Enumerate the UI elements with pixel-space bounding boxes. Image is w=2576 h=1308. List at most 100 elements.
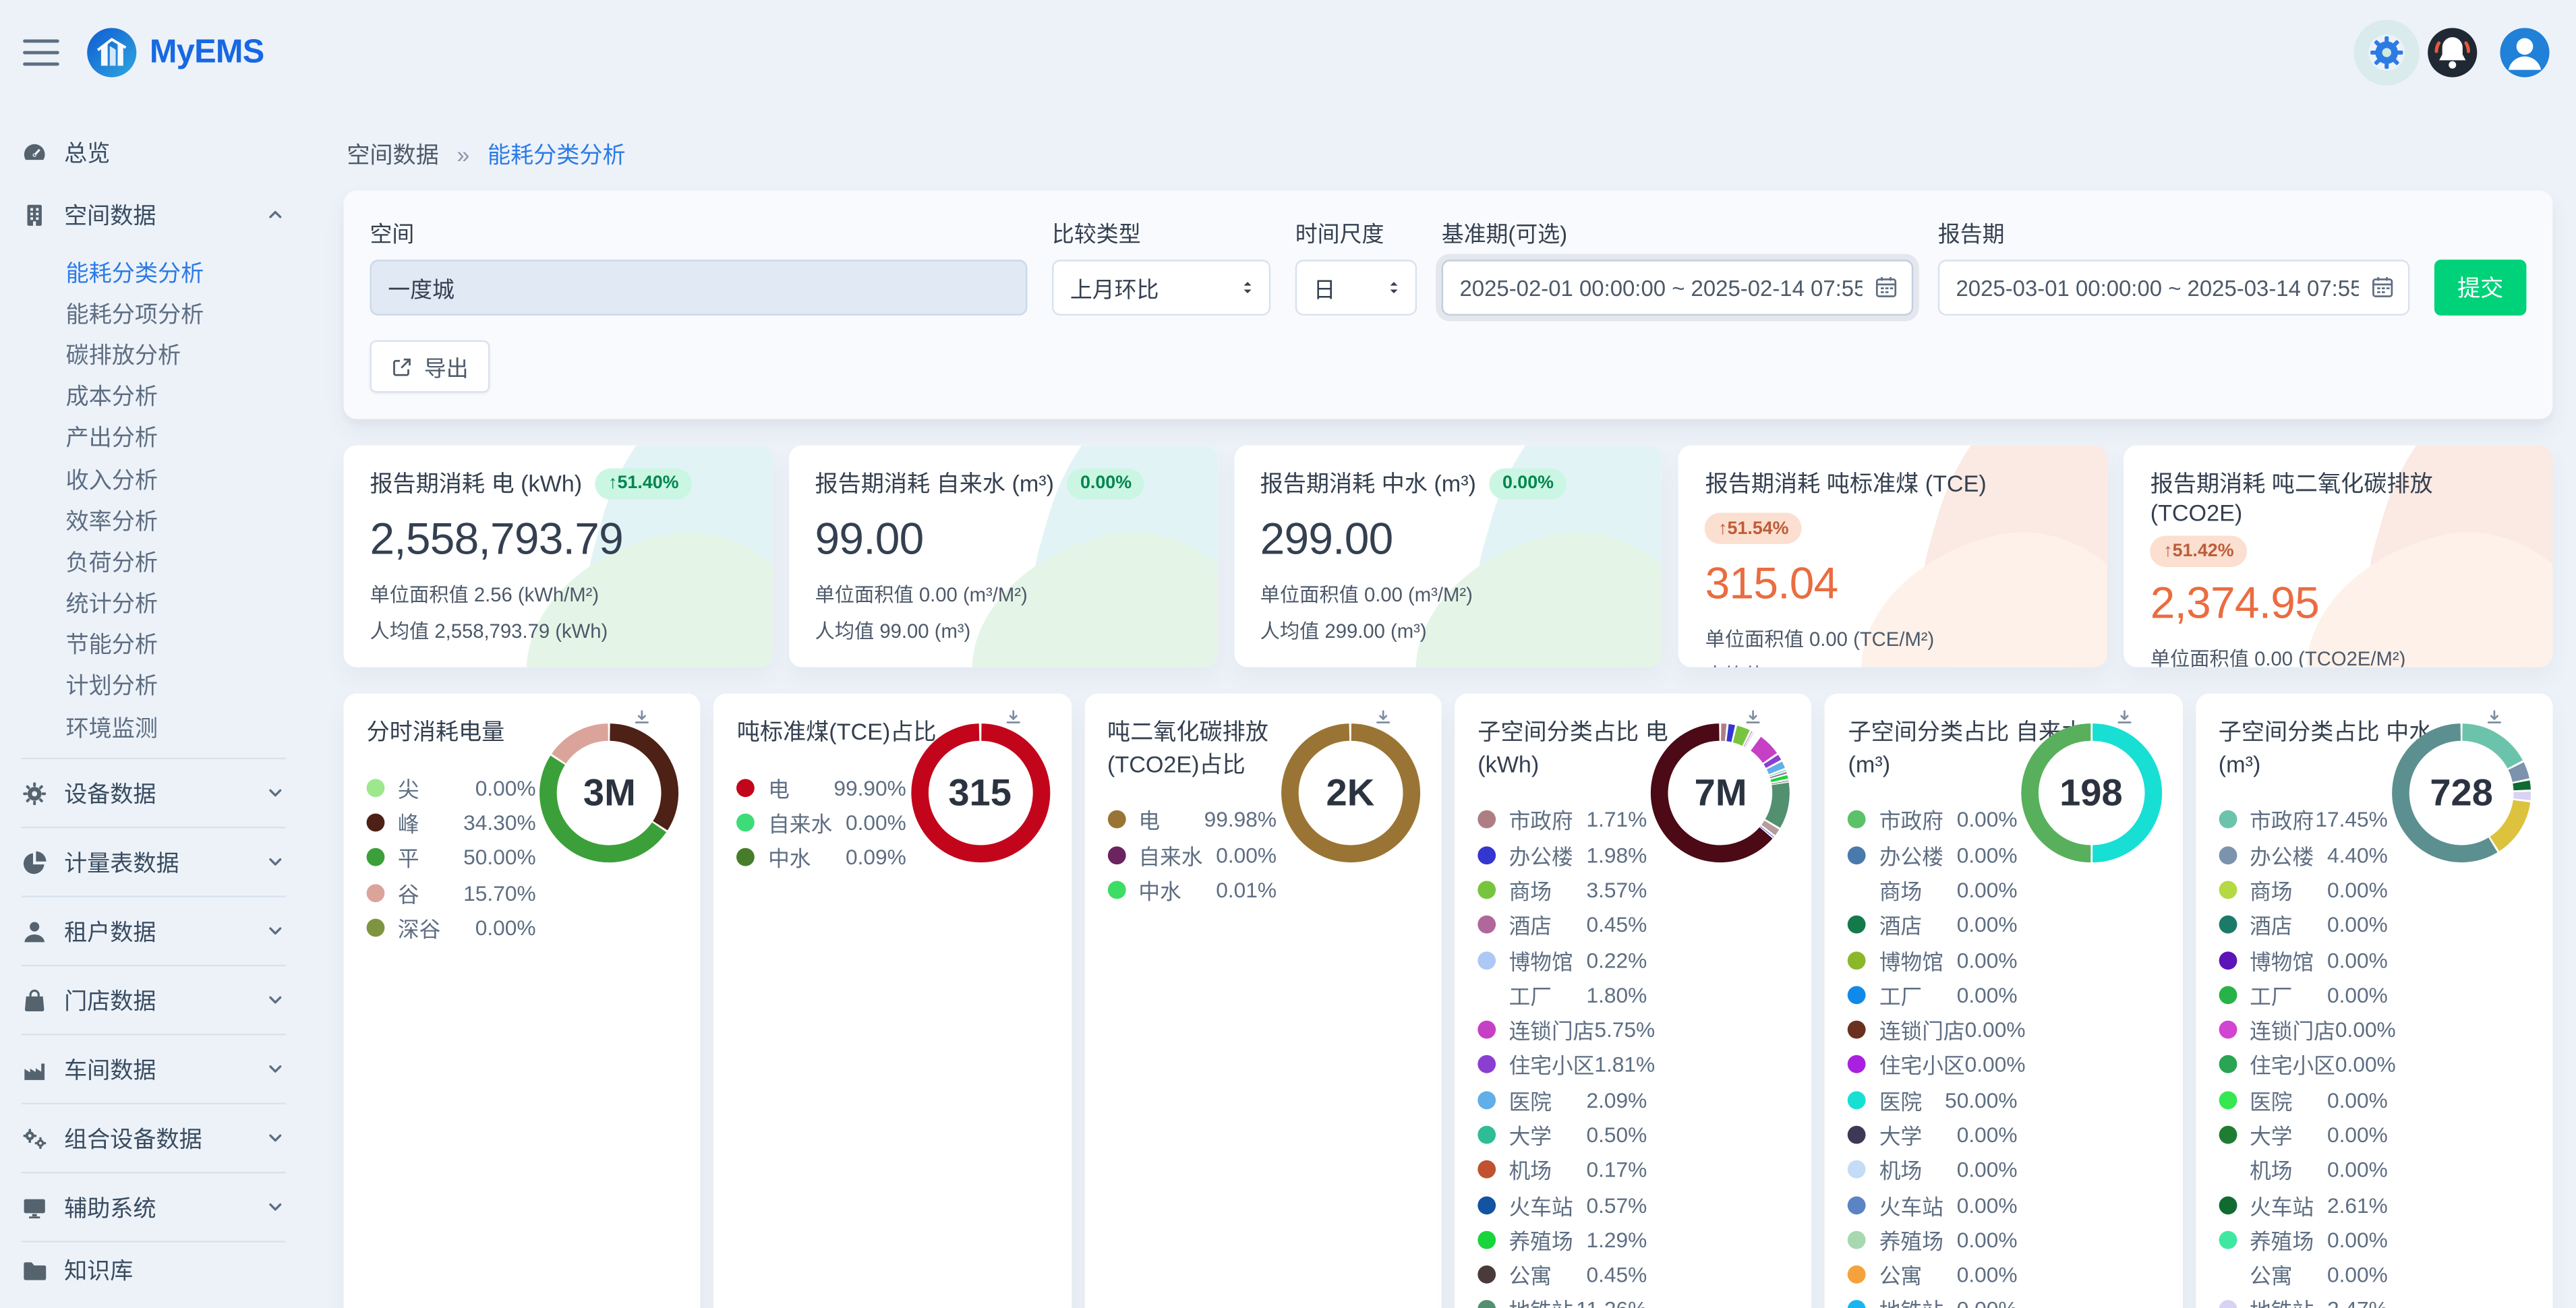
legend-item[interactable]: 谷15.70% xyxy=(367,875,536,910)
period-type-select[interactable]: 日 xyxy=(1295,260,1417,316)
legend-item[interactable]: 地铁站0.00% xyxy=(1848,1292,2018,1308)
legend-item[interactable]: 电99.98% xyxy=(1107,802,1277,837)
legend-item[interactable]: 机场0.17% xyxy=(1477,1152,1647,1187)
sidebar-item-0[interactable]: 总览 xyxy=(22,125,286,181)
legend-item[interactable]: 公寓0.45% xyxy=(1477,1257,1647,1292)
legend-item[interactable]: 火车站0.00% xyxy=(1848,1187,2018,1222)
legend-item[interactable]: 连锁门店0.00% xyxy=(1848,1012,2018,1047)
sidebar-subitem[interactable]: 计划分析 xyxy=(66,665,287,707)
legend-item[interactable]: 办公楼1.98% xyxy=(1477,837,1647,872)
breadcrumb-current[interactable]: 能耗分类分析 xyxy=(488,142,626,168)
sidebar-item-5[interactable]: 门店数据 xyxy=(22,965,286,1034)
legend-item[interactable]: 住宅小区1.81% xyxy=(1477,1047,1647,1082)
legend-item[interactable]: 工厂0.00% xyxy=(2219,978,2388,1013)
space-input[interactable] xyxy=(370,260,1027,316)
legend-item[interactable]: 酒店0.00% xyxy=(2219,908,2388,943)
legend-item[interactable]: 商场0.00% xyxy=(1848,872,2018,908)
donut-chart[interactable]: 315 xyxy=(908,721,1051,864)
legend-item[interactable]: 自来水0.00% xyxy=(737,805,906,840)
reporting-period-input[interactable] xyxy=(1938,260,2410,316)
legend-item[interactable]: 公寓0.00% xyxy=(2219,1257,2388,1292)
sidebar-subitem[interactable]: 统计分析 xyxy=(66,583,287,624)
sidebar-subitem[interactable]: 环境监测 xyxy=(66,707,287,748)
legend-item[interactable]: 大学0.00% xyxy=(2219,1117,2388,1152)
donut-chart[interactable]: 3M xyxy=(538,721,681,864)
legend-item[interactable]: 住宅小区0.00% xyxy=(1848,1047,2018,1082)
sidebar-subitem[interactable]: 效率分析 xyxy=(66,500,287,541)
sidebar-item-4[interactable]: 租户数据 xyxy=(22,896,286,965)
legend-item[interactable]: 平50.00% xyxy=(367,840,536,875)
export-button[interactable]: 导出 xyxy=(370,340,490,393)
legend-item[interactable]: 深谷0.00% xyxy=(367,910,536,945)
legend-item[interactable]: 工厂0.00% xyxy=(1848,978,2018,1013)
notifications-bell-icon[interactable] xyxy=(2428,28,2477,77)
legend-item[interactable]: 机场0.00% xyxy=(1848,1152,2018,1187)
legend-item[interactable]: 办公楼4.40% xyxy=(2219,837,2388,872)
legend-item[interactable]: 医院0.00% xyxy=(2219,1082,2388,1117)
sidebar-item-2[interactable]: 设备数据 xyxy=(22,758,286,827)
legend-item[interactable]: 电99.90% xyxy=(737,770,906,805)
base-period-input[interactable] xyxy=(1442,260,1914,316)
legend-item[interactable]: 博物馆0.00% xyxy=(2219,943,2388,978)
calendar-icon[interactable] xyxy=(2370,274,2395,299)
sidebar-subitem[interactable]: 负荷分析 xyxy=(66,541,287,583)
sidebar-subitem[interactable]: 产出分析 xyxy=(66,417,287,458)
legend-item[interactable]: 连锁门店5.75% xyxy=(1477,1012,1647,1047)
brand-link[interactable]: MyEMS xyxy=(86,26,264,79)
sidebar-item-6[interactable]: 车间数据 xyxy=(22,1034,286,1103)
calendar-icon[interactable] xyxy=(1874,274,1899,299)
legend-item[interactable]: 住宅小区0.00% xyxy=(2219,1047,2388,1082)
submit-button[interactable]: 提交 xyxy=(2434,260,2527,316)
sidebar-item-8[interactable]: 辅助系统 xyxy=(22,1172,286,1241)
legend-item[interactable]: 酒店0.00% xyxy=(1848,908,2018,943)
sidebar-subitem[interactable]: 碳排放分析 xyxy=(66,334,287,376)
legend-item[interactable]: 养殖场0.00% xyxy=(1848,1222,2018,1257)
legend-item[interactable]: 火车站2.61% xyxy=(2219,1187,2388,1222)
breadcrumb-parent[interactable]: 空间数据 xyxy=(347,142,439,168)
legend-item[interactable]: 公寓0.00% xyxy=(1848,1257,2018,1292)
sidebar-item-7[interactable]: 组合设备数据 xyxy=(22,1103,286,1172)
sidebar-item-1[interactable]: 空间数据 xyxy=(22,181,286,248)
legend-item[interactable]: 中水0.01% xyxy=(1107,872,1277,908)
legend-item[interactable]: 市政府1.71% xyxy=(1477,802,1647,837)
legend-item[interactable]: 医院50.00% xyxy=(1848,1082,2018,1117)
legend-item[interactable]: 博物馆0.00% xyxy=(1848,943,2018,978)
legend-item[interactable]: 市政府17.45% xyxy=(2219,802,2388,837)
sidebar-subitem[interactable]: 成本分析 xyxy=(66,376,287,417)
legend-item[interactable]: 养殖场1.29% xyxy=(1477,1222,1647,1257)
legend-item[interactable]: 地铁站2.47% xyxy=(2219,1292,2388,1308)
legend-item[interactable]: 连锁门店0.00% xyxy=(2219,1012,2388,1047)
donut-chart[interactable]: 2K xyxy=(1279,721,1422,864)
user-avatar[interactable] xyxy=(2500,28,2549,77)
sidebar-item-9[interactable]: 知识库 xyxy=(22,1241,286,1299)
legend-item[interactable]: 医院2.09% xyxy=(1477,1082,1647,1117)
sidebar-subitem[interactable]: 收入分析 xyxy=(66,458,287,500)
legend-item[interactable]: 商场3.57% xyxy=(1477,872,1647,908)
legend-item[interactable]: 自来水0.00% xyxy=(1107,837,1277,872)
donut-chart[interactable]: 7M xyxy=(1649,721,1792,864)
menu-toggle-icon[interactable] xyxy=(23,40,59,66)
donut-chart[interactable]: 728 xyxy=(2390,721,2533,864)
legend-item[interactable]: 博物馆0.22% xyxy=(1477,943,1647,978)
settings-gear-icon[interactable] xyxy=(2368,34,2405,71)
legend-item[interactable]: 商场0.00% xyxy=(2219,872,2388,908)
legend-item[interactable]: 养殖场0.00% xyxy=(2219,1222,2388,1257)
sidebar-item-3[interactable]: 计量表数据 xyxy=(22,827,286,896)
legend-item[interactable]: 办公楼0.00% xyxy=(1848,837,2018,872)
sidebar-subitem-active[interactable]: 能耗分类分析 xyxy=(66,251,287,293)
comparison-type-select[interactable]: 上月环比 xyxy=(1052,260,1270,316)
legend-item[interactable]: 地铁站11.26% xyxy=(1477,1292,1647,1308)
legend-item[interactable]: 工厂1.80% xyxy=(1477,978,1647,1013)
legend-item[interactable]: 酒店0.45% xyxy=(1477,908,1647,943)
legend-item[interactable]: 中水0.09% xyxy=(737,840,906,875)
legend-item[interactable]: 大学0.50% xyxy=(1477,1117,1647,1152)
legend-item[interactable]: 机场0.00% xyxy=(2219,1152,2388,1187)
donut-chart[interactable]: 198 xyxy=(2020,721,2163,864)
sidebar-subitem[interactable]: 能耗分项分析 xyxy=(66,293,287,334)
legend-item[interactable]: 大学0.00% xyxy=(1848,1117,2018,1152)
legend-item[interactable]: 火车站0.57% xyxy=(1477,1187,1647,1222)
legend-item[interactable]: 峰34.30% xyxy=(367,805,536,840)
legend-item[interactable]: 市政府0.00% xyxy=(1848,802,2018,837)
sidebar-subitem[interactable]: 节能分析 xyxy=(66,624,287,665)
legend-item[interactable]: 尖0.00% xyxy=(367,770,536,805)
